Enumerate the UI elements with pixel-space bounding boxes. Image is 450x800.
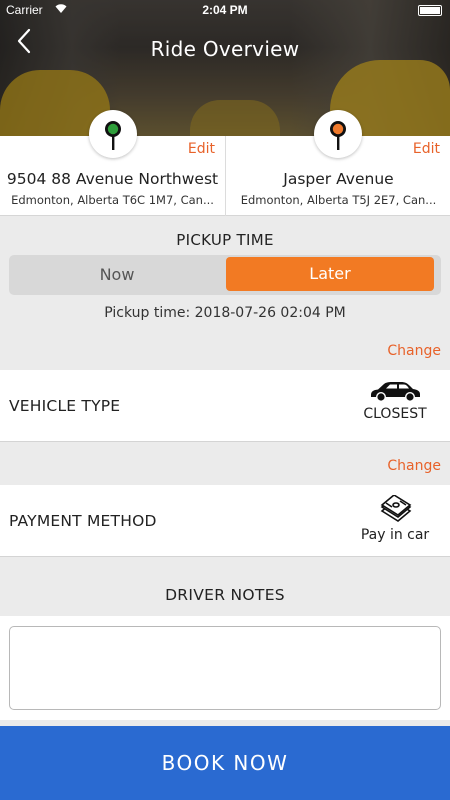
edit-dropoff-link[interactable]: Edit bbox=[413, 141, 440, 157]
battery-icon bbox=[418, 5, 442, 16]
pickup-street: 9504 88 Avenue Northwest bbox=[6, 170, 219, 188]
vehicle-type-label: VEHICLE TYPE bbox=[9, 397, 121, 415]
dropoff-street: Jasper Avenue bbox=[283, 170, 394, 188]
status-bar: Carrier 2:04 PM bbox=[0, 0, 450, 22]
driver-notes-input[interactable] bbox=[9, 626, 441, 710]
edit-pickup-link[interactable]: Edit bbox=[188, 141, 215, 157]
segment-now[interactable]: Now bbox=[9, 255, 225, 295]
car-icon bbox=[371, 382, 420, 401]
dropoff-city: Edmonton, Alberta T5J 2E7, Can... bbox=[240, 193, 437, 207]
payment-method-row[interactable]: PAYMENT METHOD Pay in car bbox=[0, 485, 450, 557]
dropoff-location-card[interactable]: Edit Jasper Avenue Edmonton, Alberta T5J… bbox=[225, 110, 450, 216]
pickup-time-value: Pickup time: 2018-07-26 02:04 PM bbox=[104, 305, 346, 321]
segment-later[interactable]: Later bbox=[226, 257, 434, 291]
pickup-city: Edmonton, Alberta T6C 1M7, Can... bbox=[11, 193, 214, 207]
vehicle-type-selector[interactable]: CLOSEST bbox=[350, 380, 440, 422]
pickup-time-heading: PICKUP TIME bbox=[176, 231, 274, 249]
vehicle-type-value: CLOSEST bbox=[363, 406, 427, 422]
green-pin-icon bbox=[105, 121, 121, 150]
driver-notes-section bbox=[0, 616, 450, 720]
locations-panel: Edit 9504 88 Avenue Northwest Edmonton, … bbox=[0, 110, 450, 216]
dropoff-pin-badge bbox=[314, 110, 362, 158]
driver-notes-heading: DRIVER NOTES bbox=[165, 586, 285, 604]
change-payment-link[interactable]: Change bbox=[387, 458, 441, 474]
orange-pin-icon bbox=[330, 121, 346, 150]
status-time: 2:04 PM bbox=[202, 3, 248, 17]
pickup-time-segmented-control: Now Later bbox=[9, 255, 441, 295]
change-vehicle-link[interactable]: Change bbox=[387, 343, 441, 359]
book-now-button[interactable]: BOOK NOW bbox=[0, 726, 450, 800]
page-title: Ride Overview bbox=[150, 37, 300, 61]
payment-method-value: Pay in car bbox=[360, 527, 430, 543]
header-banner: Carrier 2:04 PM Ride Overview bbox=[0, 0, 450, 136]
pickup-location-card[interactable]: Edit 9504 88 Avenue Northwest Edmonton, … bbox=[0, 110, 225, 216]
vehicle-type-row[interactable]: VEHICLE TYPE CLOSEST bbox=[0, 370, 450, 442]
payment-method-selector[interactable]: Pay in car bbox=[350, 495, 440, 543]
payment-method-label: PAYMENT METHOD bbox=[9, 512, 157, 530]
cash-icon bbox=[380, 495, 412, 522]
pickup-pin-badge bbox=[89, 110, 137, 158]
